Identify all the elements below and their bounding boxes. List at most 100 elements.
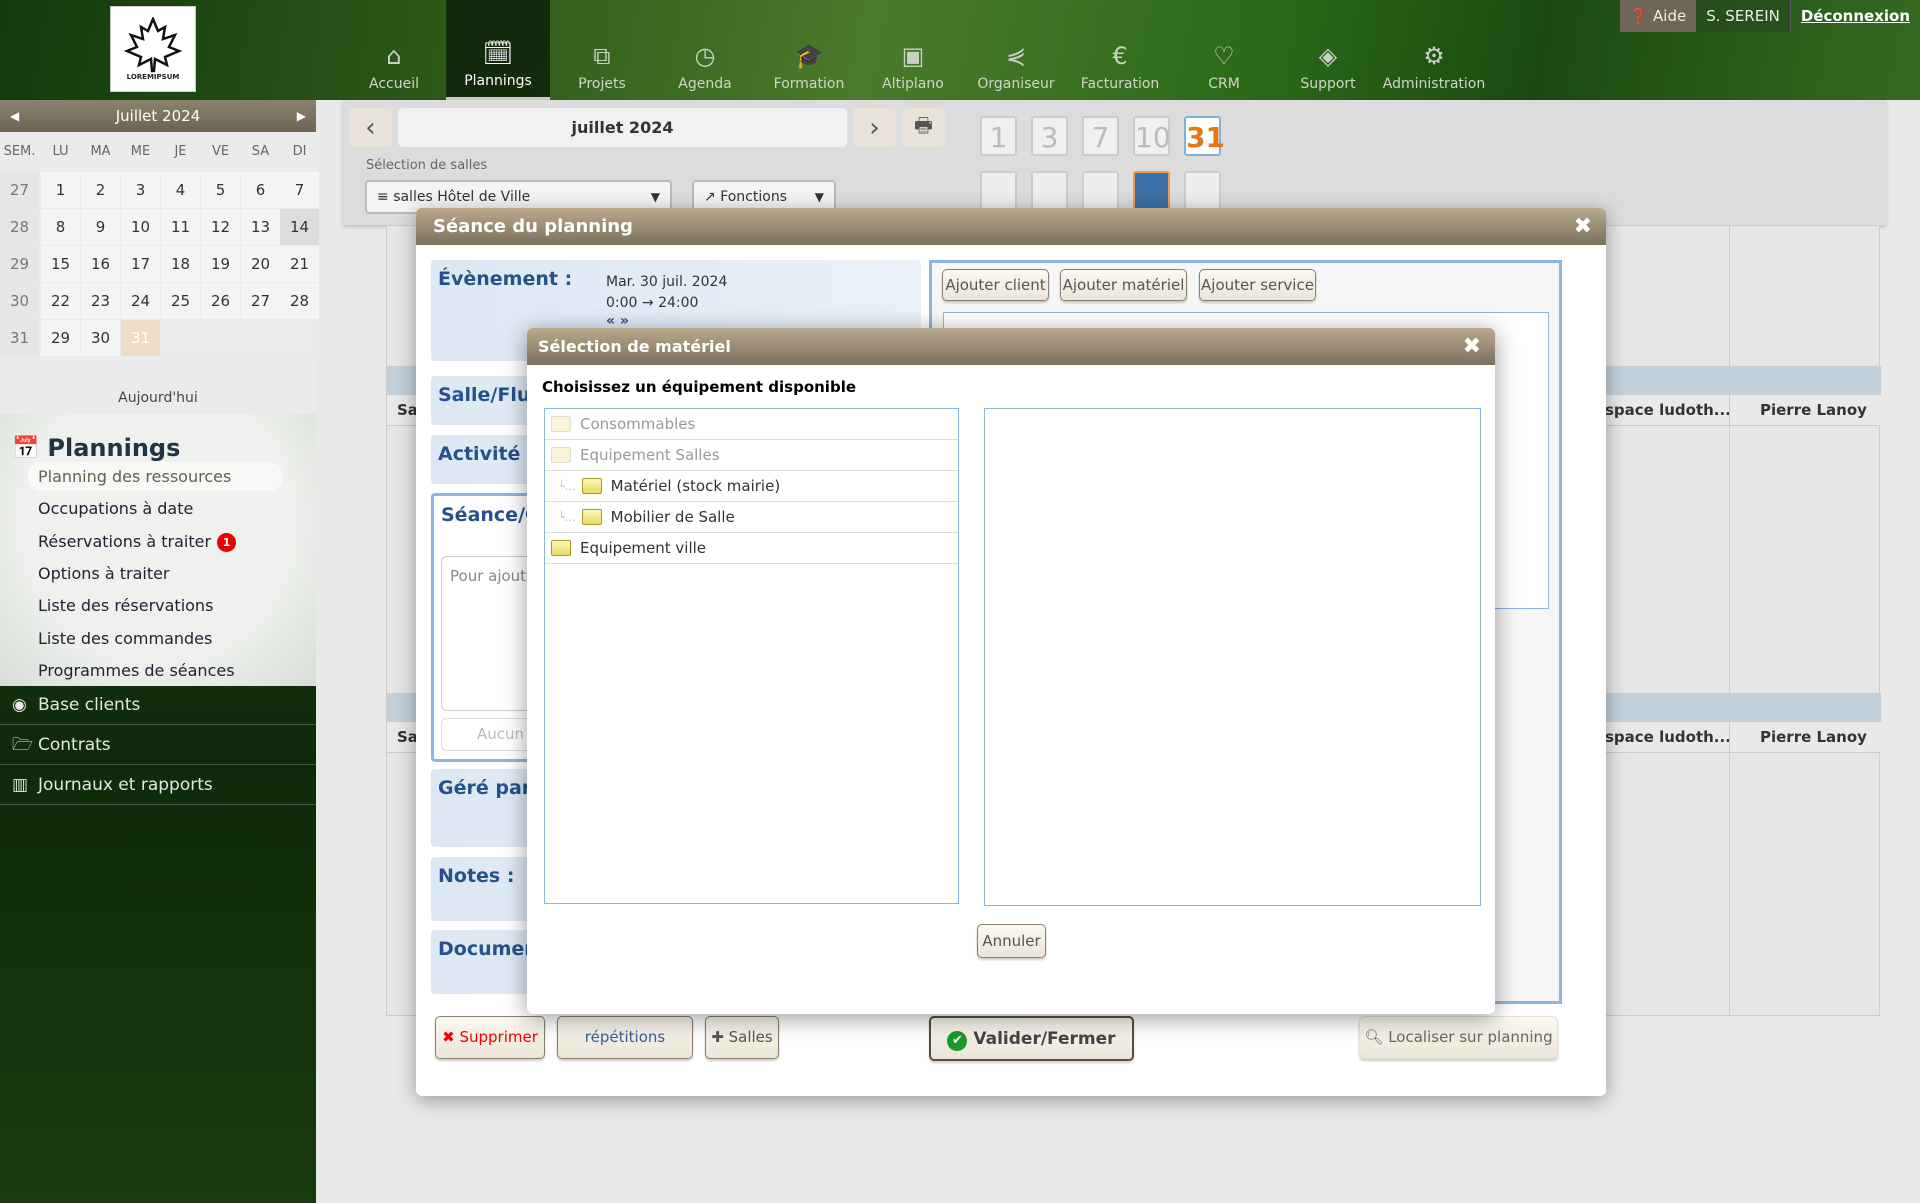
view-grid-icon[interactable] bbox=[1184, 171, 1221, 211]
next-month-arrow-icon[interactable]: ▶ bbox=[297, 100, 306, 132]
range-3-days-icon[interactable]: 3 bbox=[1031, 116, 1068, 156]
sidebar-section[interactable]: ▥ Journaux et rapports bbox=[0, 766, 316, 805]
calendar-day[interactable]: 20 bbox=[241, 246, 280, 282]
calendar-day[interactable]: 13 bbox=[241, 209, 280, 245]
user-name[interactable]: S. SEREIN bbox=[1696, 0, 1791, 32]
validate-close-button[interactable]: ✔ Valider/Fermer bbox=[929, 1016, 1134, 1061]
calendar-day[interactable]: 11 bbox=[161, 209, 200, 245]
view-list-icon[interactable] bbox=[980, 171, 1017, 211]
nav-facturation[interactable]: € Facturation bbox=[1068, 0, 1172, 100]
menu-item[interactable]: Réservations à traiter 1 bbox=[28, 527, 282, 556]
cancel-button[interactable]: Annuler bbox=[977, 924, 1046, 958]
add-service-button[interactable]: Ajouter service bbox=[1199, 269, 1316, 301]
today-link[interactable]: Aujourd'hui bbox=[0, 390, 316, 406]
next-period-button[interactable]: › bbox=[853, 108, 896, 147]
nav-administration[interactable]: ⚙ Administration bbox=[1382, 0, 1486, 100]
nav-label: Agenda bbox=[678, 76, 732, 92]
repetitions-button[interactable]: répétitions bbox=[557, 1016, 693, 1059]
section-label: Journaux et rapports bbox=[38, 775, 213, 795]
calendar-day[interactable]: 21 bbox=[280, 246, 319, 282]
menu-item[interactable]: Liste des réservations bbox=[28, 591, 282, 620]
nav-projets[interactable]: ⧉ Projets bbox=[550, 0, 654, 100]
nav-label: CRM bbox=[1208, 76, 1240, 92]
nav-organiseur[interactable]: ⋞ Organiseur bbox=[964, 0, 1068, 100]
calendar-day[interactable]: 7 bbox=[280, 172, 319, 208]
delete-button[interactable]: ✖ Supprimer bbox=[435, 1016, 545, 1059]
nav-agenda[interactable]: ◷ Agenda bbox=[653, 0, 757, 100]
calendar-day[interactable]: 23 bbox=[81, 283, 120, 319]
range-1-days-icon[interactable]: 1 bbox=[980, 116, 1017, 156]
calendar-day[interactable]: 14 bbox=[280, 209, 319, 245]
calendar-day[interactable]: 24 bbox=[121, 283, 160, 319]
menu-item[interactable]: Options à traiter bbox=[28, 559, 282, 588]
calendar-day[interactable]: 26 bbox=[201, 283, 240, 319]
aucun-label: Aucun bbox=[477, 725, 525, 743]
mini-calendar-header: ◀ Juillet 2024 ▶ bbox=[0, 100, 316, 132]
print-button[interactable]: 🖶 bbox=[902, 108, 945, 147]
help-button[interactable]: ❓ Aide bbox=[1619, 0, 1697, 32]
calendar-day[interactable]: 10 bbox=[121, 209, 160, 245]
nav-formation[interactable]: 🎓 Formation bbox=[757, 0, 861, 100]
calendar-day[interactable]: 22 bbox=[41, 283, 80, 319]
calendar-day[interactable]: 31 bbox=[121, 320, 160, 356]
close-icon[interactable]: ✖ bbox=[1463, 328, 1481, 365]
tree-item[interactable]: └… Mobilier de Salle bbox=[545, 502, 958, 533]
calendar-day[interactable]: 2 bbox=[81, 172, 120, 208]
event-nav-arrows[interactable]: « » bbox=[606, 314, 727, 328]
sidebar-section[interactable]: 🗁 Contrats bbox=[0, 726, 316, 765]
calendar-day[interactable]: 6 bbox=[241, 172, 280, 208]
event-date: Mar. 30 juil. 2024 bbox=[606, 274, 728, 290]
locate-button[interactable]: 🔍︎ Localiser sur planning bbox=[1359, 1016, 1558, 1059]
nav-support[interactable]: ◈ Support bbox=[1276, 0, 1380, 100]
view-columns-icon[interactable] bbox=[1133, 171, 1170, 211]
prev-month-arrow-icon[interactable]: ◀ bbox=[10, 100, 19, 132]
range-7-days-icon[interactable]: 7 bbox=[1082, 116, 1119, 156]
header-cell: Pierre Lanoy bbox=[1760, 728, 1867, 746]
nav-accueil[interactable]: ⌂ Accueil bbox=[342, 0, 446, 100]
calendar-day[interactable]: 15 bbox=[41, 246, 80, 282]
header-cell: space ludoth... bbox=[1605, 401, 1731, 419]
view-rows-icon[interactable] bbox=[1082, 171, 1119, 211]
calendar-day[interactable]: 29 bbox=[41, 320, 80, 356]
calendar-day[interactable]: 28 bbox=[280, 283, 319, 319]
range-10-days-icon[interactable]: 10 bbox=[1133, 116, 1171, 156]
logout-link[interactable]: Déconnexion bbox=[1791, 0, 1920, 32]
nav-plannings[interactable]: 🗓 Plannings bbox=[446, 0, 550, 100]
calendar-day[interactable]: 30 bbox=[81, 320, 120, 356]
calendar-day[interactable]: 8 bbox=[41, 209, 80, 245]
nav-altiplano[interactable]: ▣ Altiplano bbox=[861, 0, 965, 100]
calendar-day[interactable]: 17 bbox=[121, 246, 160, 282]
tree-item[interactable]: Equipement ville bbox=[545, 533, 958, 564]
menu-item[interactable]: Occupations à date bbox=[28, 494, 282, 523]
dialog-title: Sélection de matériel bbox=[538, 337, 731, 356]
tree-item[interactable]: └… Matériel (stock mairie) bbox=[545, 471, 958, 502]
calendar-day[interactable]: 27 bbox=[241, 283, 280, 319]
calendar-day[interactable]: 16 bbox=[81, 246, 120, 282]
range-31-days-icon[interactable]: 31 bbox=[1184, 116, 1225, 156]
prev-period-button[interactable]: ‹ bbox=[349, 108, 392, 147]
calendar-day[interactable]: 1 bbox=[41, 172, 80, 208]
menu-item-label: Options à traiter bbox=[38, 563, 170, 583]
close-icon[interactable]: ✖ bbox=[1574, 208, 1592, 245]
nav-label: Accueil bbox=[369, 76, 419, 92]
calendar-day[interactable]: 19 bbox=[201, 246, 240, 282]
calendar-day[interactable]: 4 bbox=[161, 172, 200, 208]
calendar-day[interactable]: 3 bbox=[121, 172, 160, 208]
menu-item[interactable]: Programmes de séances bbox=[28, 656, 282, 685]
calendar-day[interactable]: 25 bbox=[161, 283, 200, 319]
menu-item[interactable]: Liste des commandes bbox=[28, 624, 282, 653]
calendar-day[interactable]: 5 bbox=[201, 172, 240, 208]
view-compact-icon[interactable] bbox=[1031, 171, 1068, 211]
logo[interactable]: LOREMIPSUM bbox=[110, 6, 196, 92]
add-materiel-button[interactable]: Ajouter matériel bbox=[1060, 269, 1187, 301]
calendar-day[interactable]: 9 bbox=[81, 209, 120, 245]
menu-item[interactable]: Planning des ressources bbox=[28, 462, 282, 491]
calendar-day[interactable]: 12 bbox=[201, 209, 240, 245]
sidebar-section[interactable]: ◉ Base clients bbox=[0, 686, 316, 725]
weekday-header: DI bbox=[280, 132, 319, 172]
calendar-day[interactable]: 18 bbox=[161, 246, 200, 282]
image-icon: ▣ bbox=[901, 42, 925, 70]
add-client-button[interactable]: Ajouter client bbox=[942, 269, 1049, 301]
add-salles-button[interactable]: ✚ Salles bbox=[705, 1016, 779, 1059]
nav-crm[interactable]: ♡ CRM bbox=[1172, 0, 1276, 100]
